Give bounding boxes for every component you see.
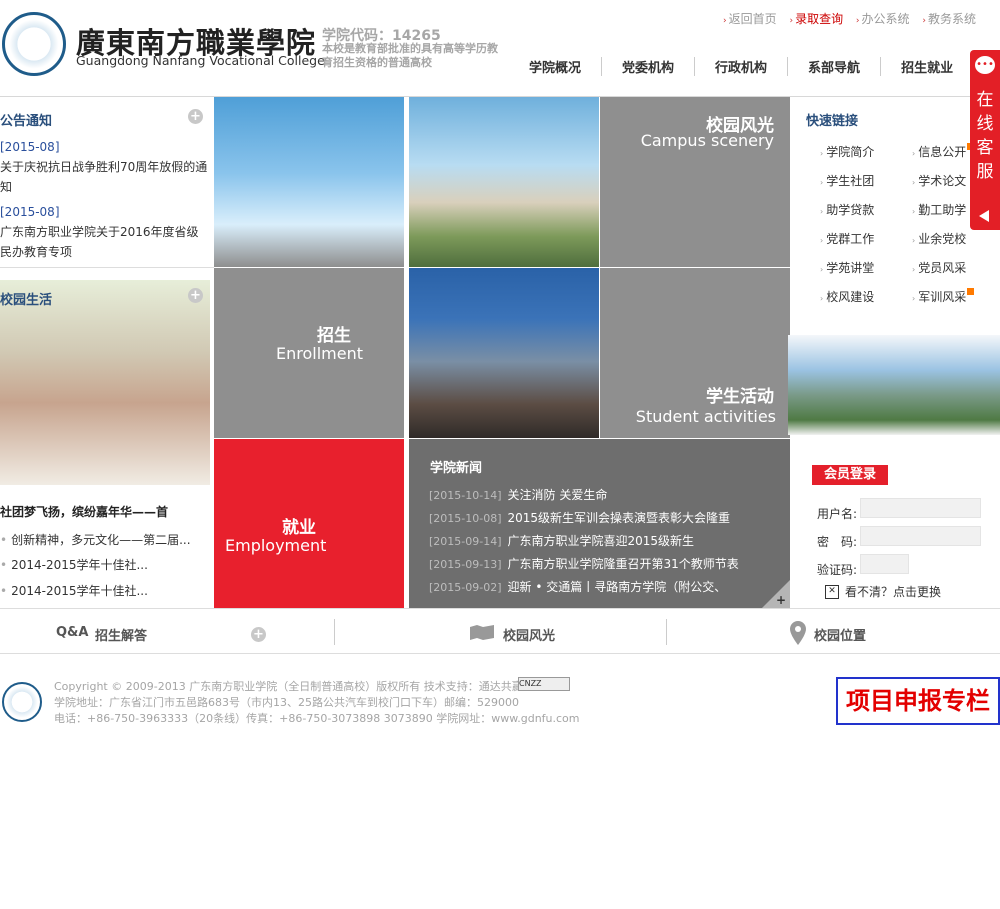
arrow-icon: › — [922, 16, 926, 26]
top-link-office[interactable]: › 办公系统 — [856, 12, 910, 26]
quick-link[interactable]: › 信息公开 — [912, 143, 975, 160]
employment-tile[interactable]: 就业 Employment — [214, 439, 404, 608]
divider — [0, 267, 214, 268]
qa-prefix: Q&A — [56, 625, 89, 640]
nav-item-party[interactable]: 党委机构 — [601, 57, 694, 76]
captcha-input[interactable] — [860, 554, 909, 574]
nav-item-departments[interactable]: 系部导航 — [787, 57, 880, 76]
news-panel: 学院新闻 [2015-10-14] 关注消防 关爱生命 [2015-10-08] 2… — [409, 439, 790, 608]
school-name-en: Guangdong Nanfang Vocational College — [76, 53, 325, 68]
scenery-link[interactable]: 校园风光 — [503, 625, 555, 644]
captcha-refresh-link[interactable]: 看不清？点击更换 — [845, 583, 941, 600]
footer-seal-logo — [2, 682, 42, 722]
arrow-icon: › — [723, 16, 727, 26]
qa-link[interactable]: 招生解答 — [95, 625, 147, 644]
notice-date: [2015-08] — [0, 205, 60, 219]
nav-item-overview[interactable]: 学院概况 — [509, 57, 601, 76]
online-service-label: 在线客服 — [976, 90, 994, 182]
school-seal-logo[interactable] — [2, 12, 66, 76]
quick-link[interactable]: › 学苑讲堂 — [820, 259, 874, 276]
location-link[interactable]: 校园位置 — [814, 625, 866, 644]
username-label: 用户名: — [817, 507, 858, 521]
notice-item[interactable]: 关于庆祝抗日战争胜利70周年放假的通知 — [0, 157, 210, 197]
footer-address: 学院地址：广东省江门市五邑路683号（市内13、25路公共汽车到校门口下车）邮编… — [54, 696, 519, 709]
nav-item-admin[interactable]: 行政机构 — [694, 57, 787, 76]
news-title[interactable]: 学院新闻 — [430, 457, 482, 476]
notice-title[interactable]: 公告通知 — [0, 110, 52, 129]
notice-more-icon[interactable]: + — [188, 109, 203, 124]
campus-scenery-tile[interactable]: 校园风光 Campus scenery — [600, 97, 790, 267]
qa-more-icon[interactable]: + — [251, 627, 266, 642]
top-link-admission[interactable]: › 录取查询 — [789, 12, 843, 26]
project-application-banner[interactable]: 项目申报专栏 — [836, 677, 1000, 725]
news-item[interactable]: [2015-10-14] 关注消防 关爱生命 — [429, 486, 607, 503]
footer-copyright: Copyright © 2009-2013 广东南方职业学院（全日制普通高校）版… — [54, 680, 523, 693]
news-item[interactable]: [2015-10-08] 2015级新生军训会操表演暨表彰大会隆重 — [429, 509, 730, 526]
life-headline[interactable]: 社团梦飞扬，缤纷嘉年华——首 — [0, 503, 168, 520]
bottom-bar: Q&A 招生解答 + 校园风光 校园位置 — [0, 608, 1000, 654]
employment-title-en: Employment — [225, 536, 327, 555]
password-label: 密 码: — [817, 535, 858, 549]
quick-link[interactable]: › 学生社团 — [820, 172, 874, 189]
location-pin-icon — [790, 621, 806, 645]
quick-link[interactable]: › 学术论文 — [912, 172, 966, 189]
quick-link[interactable]: › 业余党校 — [912, 230, 966, 247]
activities-title-en: Student activities — [635, 407, 776, 426]
life-item[interactable]: • 2014-2015学年十佳社... — [0, 556, 148, 573]
cnzz-badge[interactable]: CNZZ — [518, 677, 570, 691]
employment-title-cn: 就业 — [282, 518, 316, 538]
chat-bubble-icon: ••• — [975, 56, 995, 74]
news-item[interactable]: [2015-09-02] 迎新 • 交通篇丨寻路南方学院（附公交、 — [429, 578, 726, 595]
username-input[interactable] — [860, 498, 981, 518]
arrow-icon: › — [789, 16, 794, 26]
captcha-label: 验证码: — [817, 563, 858, 577]
enrollment-title-cn: 招生 — [317, 326, 351, 346]
top-link-academic[interactable]: › 教务系统 — [922, 12, 976, 26]
quick-link[interactable]: › 党群工作 — [820, 230, 874, 247]
campus-gate-photo-tile[interactable] — [409, 97, 599, 267]
scenery-title-en: Campus scenery — [640, 131, 774, 150]
password-input[interactable] — [860, 526, 981, 546]
activities-title-cn: 学生活动 — [706, 387, 774, 407]
arrow-icon: › — [855, 16, 860, 26]
map-icon — [470, 625, 494, 640]
top-link-home[interactable]: › 返回首页 — [723, 12, 777, 26]
divider — [334, 619, 335, 645]
quick-link[interactable]: › 校风建设 — [820, 288, 874, 305]
quick-link[interactable]: › 勤工助学 — [912, 201, 966, 218]
news-item[interactable]: [2015-09-14] 广东南方职业学院喜迎2015级新生 — [429, 532, 694, 549]
enrollment-tile[interactable]: 招生 Enrollment — [214, 268, 404, 438]
new-badge-icon — [967, 288, 975, 295]
school-description: 本校是教育部批准的具有高等学历教育招生资格的普通高校 — [322, 42, 498, 69]
news-item[interactable]: [2015-09-13] 广东南方职业学院隆重召开第31个教师节表 — [429, 555, 739, 572]
student-activities-tile[interactable]: 学生活动 Student activities — [600, 268, 790, 438]
nav-item-enrollment[interactable]: 招生就业 — [880, 57, 973, 76]
quick-link[interactable]: › 学院简介 — [820, 143, 874, 160]
campus-building-photo[interactable] — [788, 335, 1000, 435]
life-item[interactable]: • 创新精神，多元文化——第二届... — [0, 531, 191, 548]
notice-item[interactable]: 广东南方职业学院关于2016年度省级民办教育专项 — [0, 222, 210, 262]
graduation-photo-tile[interactable] — [214, 97, 404, 267]
captcha-image-icon[interactable]: ✕ — [825, 585, 839, 599]
top-links: › 返回首页 › 录取查询 › 办公系统 › 教务系统 — [714, 10, 976, 27]
life-title[interactable]: 校园生活 — [0, 289, 52, 308]
quick-link[interactable]: › 军训风采 — [912, 288, 975, 305]
enrollment-title-en: Enrollment — [276, 344, 363, 363]
header: 廣東南方職業學院 Guangdong Nanfang Vocational Co… — [0, 0, 1000, 96]
life-item[interactable]: • 2014-2015学年十佳社... — [0, 582, 148, 599]
collapse-arrow-icon[interactable] — [979, 210, 989, 222]
login-title: 会员登录 — [812, 465, 888, 485]
divider — [666, 619, 667, 645]
news-more-icon[interactable]: + — [776, 593, 786, 607]
main-nav: 学院概况 党委机构 行政机构 系部导航 招生就业 — [509, 57, 1000, 77]
quick-link[interactable]: › 党员风采 — [912, 259, 966, 276]
quick-link[interactable]: › 助学贷款 — [820, 201, 874, 218]
notice-date: [2015-08] — [0, 140, 60, 154]
online-service-float[interactable]: ••• 在线客服 — [970, 50, 1000, 230]
campus-life-photo[interactable] — [0, 280, 210, 485]
footer-phone: 电话：+86-750-3963333（20条线）传真：+86-750-30738… — [54, 712, 580, 725]
student-crowd-photo-tile[interactable] — [409, 268, 599, 438]
life-more-icon[interactable]: + — [188, 288, 203, 303]
quick-links-title: 快速链接 — [806, 114, 859, 129]
